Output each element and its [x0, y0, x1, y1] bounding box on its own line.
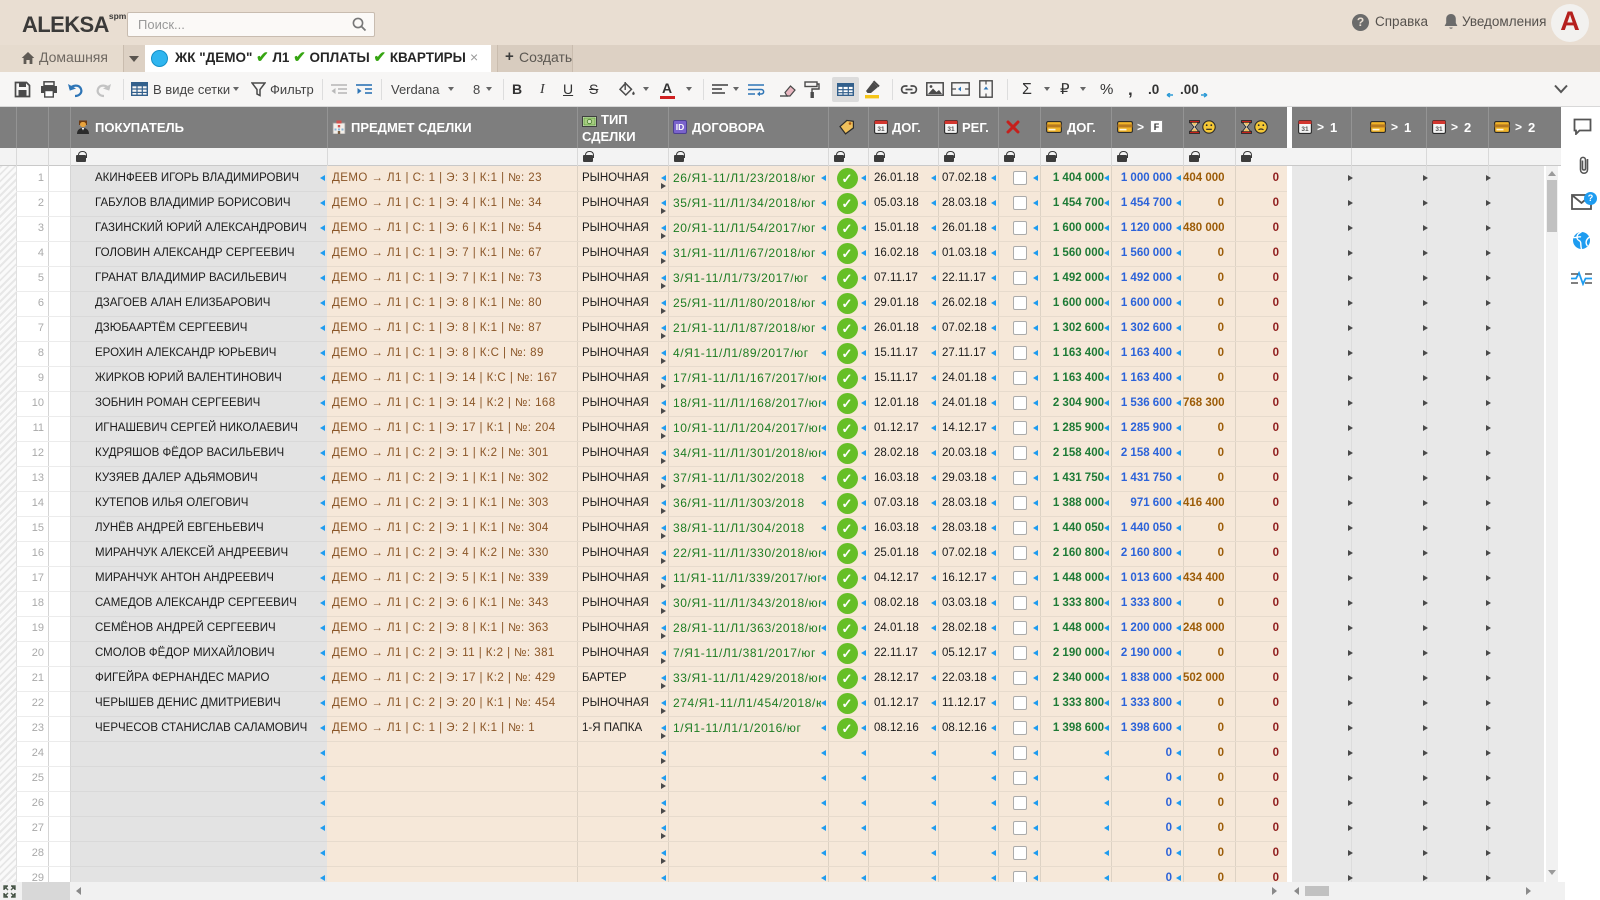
svg-text:31: 31 [877, 126, 885, 133]
svg-text:31: 31 [947, 126, 955, 133]
svg-text:31: 31 [1435, 126, 1443, 133]
svg-text:31: 31 [1301, 126, 1309, 133]
